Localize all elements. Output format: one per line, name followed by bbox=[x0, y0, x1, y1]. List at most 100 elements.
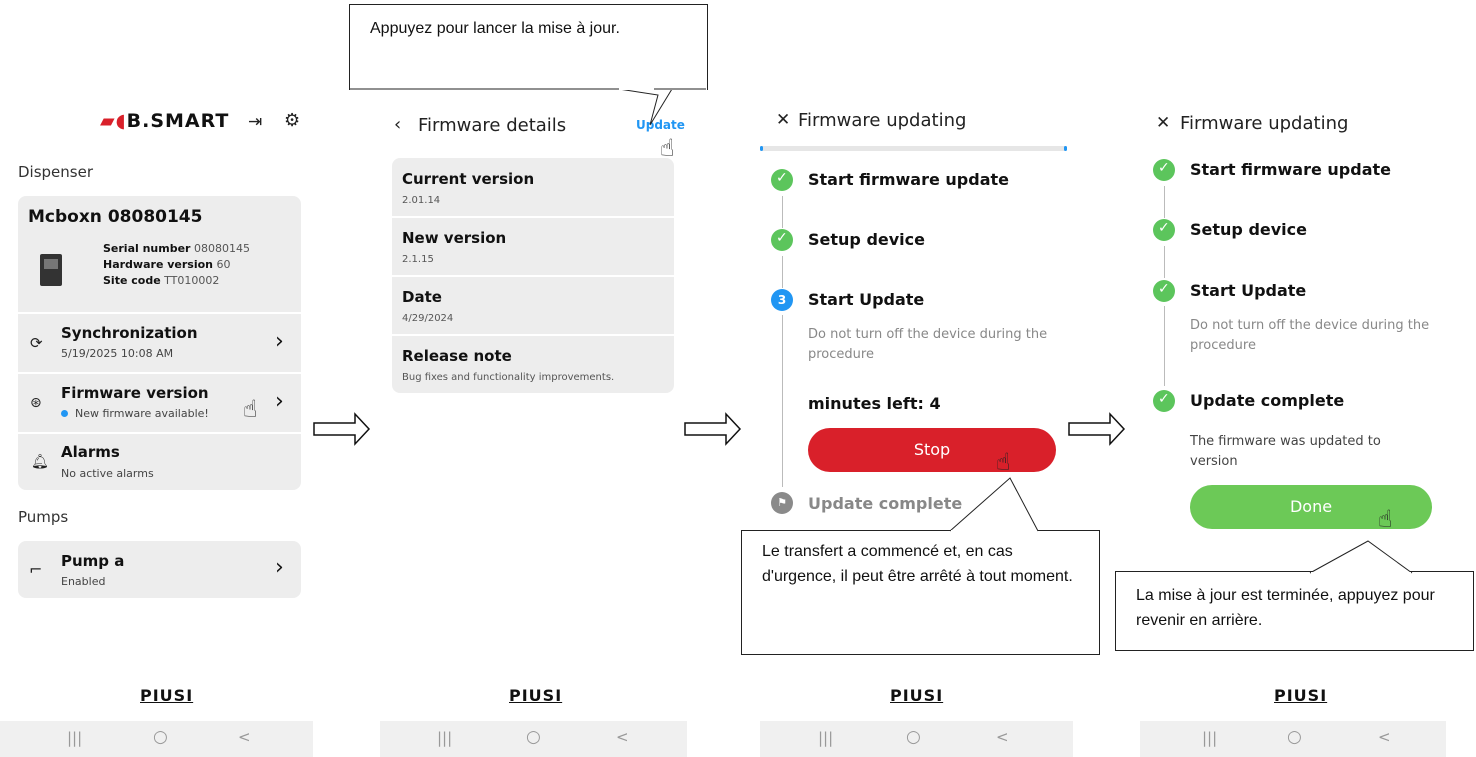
home-button[interactable]: ○ bbox=[906, 727, 921, 747]
logo-car-icon: ▰◖ bbox=[100, 110, 127, 132]
step-start-firmware-update: Start firmware update bbox=[808, 170, 1009, 189]
close-icon[interactable]: ✕ bbox=[776, 110, 790, 130]
stop-button[interactable]: Stop bbox=[808, 428, 1056, 472]
check-icon: ✓ bbox=[771, 169, 793, 191]
pump-status: Enabled bbox=[61, 575, 106, 588]
chevron-right-icon: › bbox=[275, 329, 284, 354]
sync-icon: ⟳ bbox=[30, 334, 43, 352]
callout-update-border bbox=[349, 88, 706, 90]
update-complete-text: The firmware was updated to version bbox=[1190, 434, 1381, 469]
minutes-left: minutes left: 4 bbox=[808, 394, 941, 413]
back-button[interactable]: < bbox=[616, 728, 629, 746]
check-icon: ✓ bbox=[1153, 390, 1175, 412]
current-version-value: 2.01.14 bbox=[402, 195, 441, 206]
step-start-firmware-update: Start firmware update bbox=[1190, 160, 1391, 179]
app-logo: ▰◖B.SMART bbox=[100, 110, 230, 132]
flow-arrow-icon bbox=[313, 412, 371, 446]
bell-icon: 🔔︎ bbox=[31, 454, 49, 470]
sync-date: 5/19/2025 10:08 AM bbox=[61, 347, 174, 360]
callout-done-text: La mise à jour est terminée, appuyez pou… bbox=[1136, 587, 1435, 629]
step-setup-device: Setup device bbox=[808, 230, 925, 249]
dispenser-image bbox=[40, 254, 62, 286]
step-update-complete: Update complete bbox=[1190, 391, 1345, 410]
check-icon: ✓ bbox=[1153, 280, 1175, 302]
pump-title: Pump a bbox=[61, 552, 125, 570]
callout-pointer bbox=[1309, 540, 1413, 574]
home-button[interactable]: ○ bbox=[1287, 727, 1302, 747]
chip-icon: ⊛ bbox=[30, 395, 42, 411]
recent-apps-button[interactable]: ||| bbox=[437, 729, 452, 747]
step-warning-text: Do not turn off the device during the pr… bbox=[1190, 318, 1430, 353]
hand-pointer-icon: ☝ bbox=[243, 395, 258, 423]
date-label: Date bbox=[402, 288, 442, 306]
chevron-right-icon: › bbox=[275, 389, 284, 414]
step-connector bbox=[1164, 306, 1165, 386]
nozzle-icon: ⌐ bbox=[29, 560, 43, 579]
back-button[interactable]: < bbox=[1378, 728, 1391, 746]
piusi-logo: PIUSI bbox=[1274, 686, 1328, 705]
alarms-status: No active alarms bbox=[61, 467, 154, 480]
callout-pointer bbox=[949, 477, 1039, 532]
divider bbox=[392, 216, 674, 218]
divider bbox=[392, 334, 674, 336]
progress-bar bbox=[760, 146, 1067, 151]
new-firmware-dot bbox=[61, 410, 68, 417]
hand-pointer-icon: ☝ bbox=[1378, 505, 1393, 533]
divider bbox=[392, 275, 674, 277]
new-version-label: New version bbox=[402, 229, 507, 247]
screen-dispenser: ▰◖B.SMART ⇥ ⚙ Dispenser Mcboxn 08080145 … bbox=[0, 0, 313, 757]
step-connector bbox=[1164, 186, 1165, 218]
current-version-label: Current version bbox=[402, 170, 535, 188]
flow-arrow-icon bbox=[684, 412, 742, 446]
new-version-value: 2.1.15 bbox=[402, 254, 434, 265]
step-start-update: Start Update bbox=[808, 290, 925, 309]
step-setup-device: Setup device bbox=[1190, 220, 1307, 239]
logout-icon[interactable]: ⇥ bbox=[248, 112, 262, 132]
serial-number: Serial number 08080145 bbox=[103, 242, 250, 255]
site-code: Site code TT010002 bbox=[103, 274, 220, 287]
release-note-value: Bug fixes and functionality improvements… bbox=[402, 372, 615, 383]
section-pumps: Pumps bbox=[18, 508, 69, 526]
page-title: Firmware updating bbox=[798, 110, 967, 131]
row-firmware-version[interactable] bbox=[18, 374, 301, 430]
piusi-logo: PIUSI bbox=[509, 686, 563, 705]
firmware-title: Firmware version bbox=[61, 384, 209, 402]
chevron-right-icon: › bbox=[275, 555, 284, 580]
flag-icon: ⚑ bbox=[771, 492, 793, 514]
done-button[interactable]: Done bbox=[1190, 485, 1432, 529]
dispenser-name: Mcboxn 08080145 bbox=[28, 207, 203, 227]
step-number-badge: 3 bbox=[771, 289, 793, 311]
callout-update-text: Appuyez pour lancer la mise à jour. bbox=[370, 20, 620, 37]
close-icon[interactable]: ✕ bbox=[1156, 113, 1170, 133]
back-button[interactable]: < bbox=[238, 728, 251, 746]
hardware-version: Hardware version 60 bbox=[103, 258, 231, 271]
home-button[interactable]: ○ bbox=[153, 727, 168, 747]
release-note-label: Release note bbox=[402, 347, 512, 365]
gear-icon[interactable]: ⚙ bbox=[284, 110, 300, 131]
step-connector bbox=[782, 315, 783, 487]
recent-apps-button[interactable]: ||| bbox=[818, 729, 833, 747]
step-connector bbox=[782, 256, 783, 288]
piusi-logo: PIUSI bbox=[890, 686, 944, 705]
piusi-logo: PIUSI bbox=[140, 686, 194, 705]
callout-stop-text: Le transfert a commencé et, en cas d'urg… bbox=[762, 543, 1073, 585]
flow-arrow-icon bbox=[1068, 412, 1126, 446]
date-value: 4/29/2024 bbox=[402, 313, 454, 324]
page-title: Firmware updating bbox=[1180, 113, 1349, 134]
home-button[interactable]: ○ bbox=[526, 727, 541, 747]
step-start-update: Start Update bbox=[1190, 281, 1307, 300]
recent-apps-button[interactable]: ||| bbox=[1202, 729, 1217, 747]
recent-apps-button[interactable]: ||| bbox=[67, 729, 82, 747]
check-icon: ✓ bbox=[1153, 159, 1175, 181]
row-synchronization[interactable] bbox=[18, 314, 301, 370]
callout-update bbox=[349, 4, 708, 90]
step-warning-text: Do not turn off the device during the pr… bbox=[808, 327, 1048, 362]
back-button[interactable]: < bbox=[996, 728, 1009, 746]
step-connector bbox=[1164, 246, 1165, 278]
check-icon: ✓ bbox=[771, 229, 793, 251]
step-connector bbox=[782, 196, 783, 228]
back-chevron-icon[interactable]: ‹ bbox=[394, 114, 401, 135]
section-dispenser: Dispenser bbox=[18, 163, 93, 181]
firmware-status: New firmware available! bbox=[75, 407, 209, 420]
sync-title: Synchronization bbox=[61, 324, 198, 342]
